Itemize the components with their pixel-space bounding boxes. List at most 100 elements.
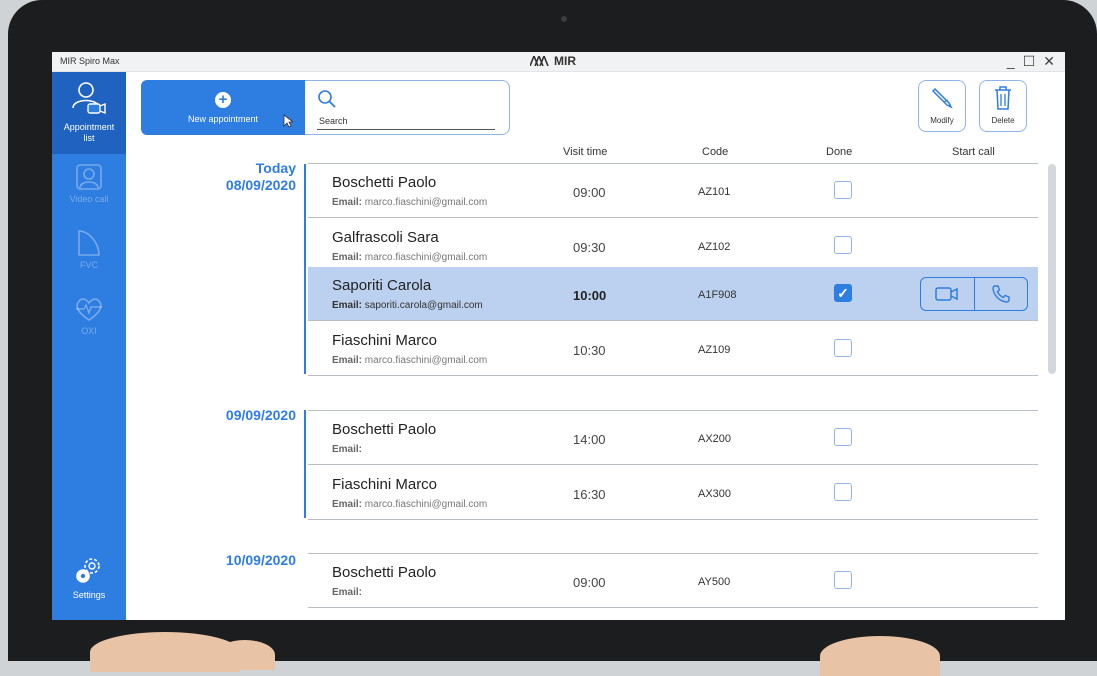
modify-button[interactable]: Modify	[918, 80, 966, 132]
search-underline	[317, 129, 495, 130]
fvc-icon	[78, 230, 100, 256]
done-checkbox[interactable]	[834, 428, 852, 446]
table-row[interactable]: Boschetti Paolo Email: 09:00 AY500	[308, 554, 1038, 608]
new-appointment-button[interactable]: + New appointment	[141, 80, 305, 135]
search-icon	[318, 90, 336, 108]
date-group-label: 09/09/2020	[176, 407, 296, 424]
sidebar-item-oxi[interactable]: OXI	[52, 294, 126, 354]
visit-time: 09:00	[573, 185, 606, 200]
group-date: 09/09/2020	[225, 407, 296, 423]
sidebar-item-settings[interactable]: Settings	[52, 554, 126, 614]
table-row[interactable]: Fiaschini Marco Email: marco.fiaschini@g…	[308, 466, 1038, 520]
sidebar-item-fvc[interactable]: FVC	[52, 228, 126, 288]
patient-name: Saporiti Carola	[332, 277, 432, 294]
delete-button[interactable]: Delete	[979, 80, 1027, 132]
visit-code: A1F908	[698, 289, 737, 301]
sidebar-item-appointment-list[interactable]: Appointment list	[52, 72, 126, 154]
patient-name: Fiaschini Marco	[332, 332, 438, 349]
visit-code: AZ102	[698, 241, 731, 253]
minimize-button[interactable]: _	[1007, 53, 1015, 70]
visit-time: 16:30	[573, 487, 606, 502]
patient-name: Boschetti Paolo	[332, 174, 437, 191]
mir-logo-icon	[530, 56, 549, 66]
patient-name: Galfrascoli Sara	[332, 229, 439, 246]
visit-time: 14:00	[573, 432, 606, 447]
sidebar-item-label: Appointment list	[63, 122, 115, 143]
visit-time: 10:00	[573, 288, 607, 303]
brand-name: MIR	[554, 54, 576, 68]
column-header-done: Done	[826, 146, 853, 158]
plus-icon: +	[215, 91, 231, 108]
group-bar	[304, 164, 306, 374]
search-label: Search	[319, 116, 348, 126]
visit-time: 09:00	[573, 575, 606, 590]
title-bar: MIR Spiro Max MIR _ ☐ ✕	[52, 52, 1065, 72]
patient-email: Email: marco.fiaschini@gmail.com	[332, 252, 488, 263]
sidebar-item-label: OXI	[81, 326, 97, 336]
done-checkbox-checked[interactable]: ✓	[834, 284, 852, 302]
hand-left-thumb	[215, 640, 275, 670]
modify-label: Modify	[930, 116, 954, 125]
done-checkbox[interactable]	[834, 236, 852, 254]
hand-right	[820, 636, 940, 676]
visit-code: AZ109	[698, 344, 731, 356]
table-row[interactable]: Boschetti Paolo Email: 14:00 AX200	[308, 411, 1038, 465]
group-date: 08/09/2020	[225, 177, 296, 193]
table-row[interactable]: Boschetti Paolo Email: marco.fiaschini@g…	[308, 164, 1038, 218]
visit-code: AZ101	[698, 186, 731, 198]
group-date: 10/09/2020	[225, 552, 296, 568]
appointment-list-icon	[72, 82, 106, 115]
search-field[interactable]: Search	[305, 80, 510, 135]
video-call-icon	[76, 164, 102, 190]
date-group-label: 10/09/2020	[176, 552, 296, 569]
table-row-selected[interactable]: Saporiti Carola Email: saporiti.carola@g…	[308, 267, 1038, 321]
start-call-group	[920, 277, 1028, 311]
table-row[interactable]: Fiaschini Marco Email: marco.fiaschini@g…	[308, 322, 1038, 376]
patient-email: Email: marco.fiaschini@gmail.com	[332, 197, 488, 208]
delete-label: Delete	[991, 116, 1015, 125]
column-header-visit-time: Visit time	[563, 146, 608, 158]
phone-icon	[992, 285, 1010, 303]
app-title: MIR Spiro Max	[60, 56, 120, 66]
new-appointment-label: New appointment	[187, 113, 259, 124]
settings-icon	[76, 558, 100, 583]
trash-icon	[995, 86, 1011, 110]
visit-code: AY500	[698, 576, 731, 588]
table-row[interactable]: Galfrascoli Sara Email: marco.fiaschini@…	[308, 219, 1038, 273]
scrollbar[interactable]	[1048, 164, 1056, 374]
patient-email: Email:	[332, 444, 363, 455]
close-button[interactable]: ✕	[1043, 53, 1055, 70]
sidebar-item-video-call[interactable]: Video call	[52, 162, 126, 222]
patient-email: Email:	[332, 587, 363, 598]
mouse-cursor-icon	[283, 114, 293, 128]
app-screen: MIR Spiro Max MIR _ ☐ ✕ Appointment list	[52, 52, 1065, 620]
sidebar-item-label: Video call	[69, 194, 109, 204]
sidebar: Appointment list Video call FVC OXI Sett…	[52, 72, 126, 620]
visit-time: 09:30	[573, 240, 606, 255]
today-label: Today	[255, 160, 296, 176]
oxi-icon	[76, 298, 102, 321]
visit-code: AX200	[698, 433, 732, 445]
column-header-code: Code	[702, 146, 729, 158]
pencil-icon	[931, 87, 953, 109]
done-checkbox[interactable]	[834, 181, 852, 199]
sidebar-item-label: Settings	[72, 590, 106, 600]
patient-email: Email: marco.fiaschini@gmail.com	[332, 355, 488, 366]
patient-name: Fiaschini Marco	[332, 476, 438, 493]
window-controls: _ ☐ ✕	[1007, 53, 1055, 70]
done-checkbox[interactable]	[834, 571, 852, 589]
maximize-button[interactable]: ☐	[1023, 53, 1036, 70]
patient-name: Boschetti Paolo	[332, 564, 437, 581]
visit-time: 10:30	[573, 343, 606, 358]
phone-call-button[interactable]	[975, 278, 1028, 310]
sidebar-item-label: FVC	[80, 260, 98, 270]
patient-email: Email: marco.fiaschini@gmail.com	[332, 499, 488, 510]
video-camera-icon	[935, 287, 958, 301]
done-checkbox[interactable]	[834, 339, 852, 357]
brand-logo: MIR	[530, 54, 576, 68]
patient-name: Boschetti Paolo	[332, 421, 437, 438]
date-group-label: Today 08/09/2020	[176, 160, 296, 194]
visit-code: AX300	[698, 488, 732, 500]
video-call-button[interactable]	[921, 278, 975, 310]
done-checkbox[interactable]	[834, 483, 852, 501]
